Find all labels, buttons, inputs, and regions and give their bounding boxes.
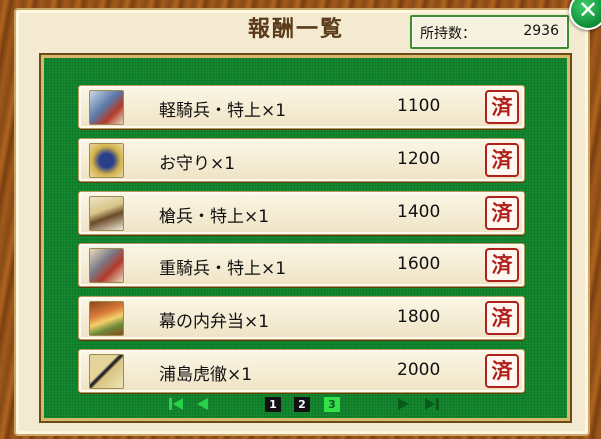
reward-cost: 2000	[397, 360, 441, 380]
reward-cost: 1800	[397, 307, 441, 327]
claimed-stamp: 済	[485, 196, 519, 230]
claimed-stamp: 済	[485, 301, 519, 335]
holdings-box: 所持数： 2936	[410, 15, 569, 49]
spearman-icon	[89, 196, 124, 231]
reward-name: 軽騎兵・特上×1	[159, 101, 287, 121]
page-button-2[interactable]: 2	[294, 397, 310, 412]
reward-name: 浦島虎徹×1	[159, 365, 253, 385]
claimed-stamp: 済	[485, 354, 519, 388]
reward-name: 幕の内弁当×1	[159, 312, 270, 332]
reward-list-board: 軽騎兵・特上×1 1100 済 お守り×1 1200 済 槍兵・特上×1 140…	[41, 55, 570, 421]
reward-name: お守り×1	[159, 154, 236, 174]
claimed-stamp: 済	[485, 90, 519, 124]
window-frame: 報酬一覧 所持数： 2936 ✕ 軽騎兵・特上×1 1100 済 お守り×1 1…	[0, 0, 601, 439]
page-button-3[interactable]: 3	[324, 397, 340, 412]
reward-cost: 1600	[397, 254, 441, 274]
reward-row[interactable]: 軽騎兵・特上×1 1100 済	[78, 85, 525, 129]
holdings-label: 所持数：	[420, 26, 476, 42]
amulet-icon	[89, 143, 124, 178]
page-button-1[interactable]: 1	[265, 397, 281, 412]
reward-row[interactable]: お守り×1 1200 済	[78, 138, 525, 182]
reward-row[interactable]: 槍兵・特上×1 1400 済	[78, 191, 525, 235]
reward-cost: 1200	[397, 149, 441, 169]
reward-cost: 1400	[397, 202, 441, 222]
last-page-icon[interactable]	[424, 396, 440, 412]
reward-row[interactable]: 幕の内弁当×1 1800 済	[78, 296, 525, 340]
claimed-stamp: 済	[485, 143, 519, 177]
prev-page-icon[interactable]	[195, 396, 209, 412]
katana-icon	[89, 354, 124, 389]
close-icon: ✕	[577, 0, 599, 24]
light-cavalry-icon	[89, 90, 124, 125]
first-page-icon[interactable]	[168, 396, 184, 412]
next-page-icon[interactable]	[397, 396, 411, 412]
holdings-value: 2936	[523, 23, 559, 39]
bento-icon	[89, 301, 124, 336]
claimed-stamp: 済	[485, 248, 519, 282]
reward-name: 槍兵・特上×1	[159, 207, 270, 227]
heavy-cavalry-icon	[89, 248, 124, 283]
reward-row[interactable]: 浦島虎徹×1 2000 済	[78, 349, 525, 393]
reward-cost: 1100	[397, 96, 441, 116]
reward-name: 重騎兵・特上×1	[159, 259, 287, 279]
pagination: 1 2 3	[44, 394, 567, 414]
reward-row[interactable]: 重騎兵・特上×1 1600 済	[78, 243, 525, 287]
panel-title: 報酬一覧	[247, 16, 344, 42]
